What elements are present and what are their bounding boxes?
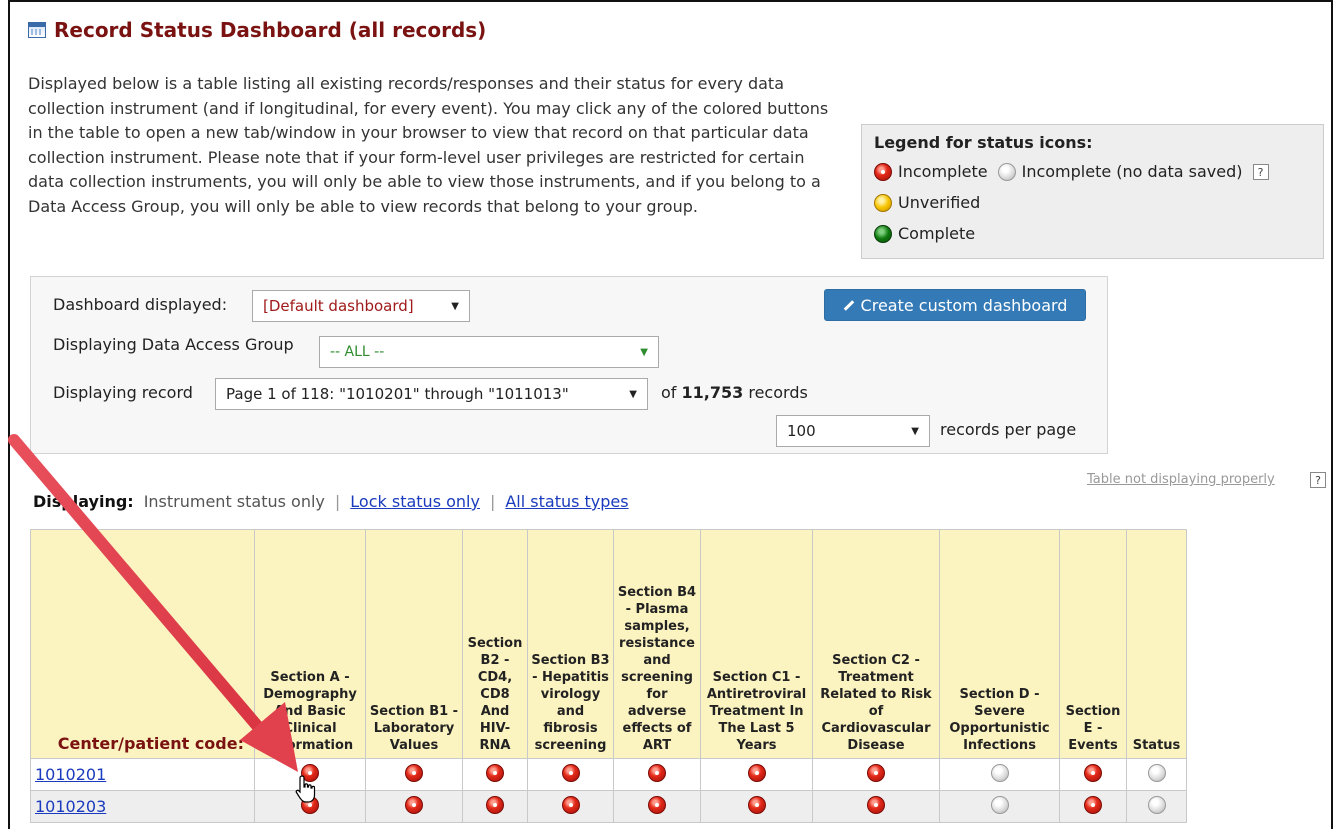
status-icon[interactable] [990, 795, 1009, 814]
status-icon[interactable] [405, 763, 423, 782]
record-link[interactable]: 1010201 [35, 765, 106, 784]
chevron-down-icon: ▼ [451, 300, 459, 312]
status-icon[interactable] [648, 763, 666, 782]
intro-text: Displayed below is a table listing all e… [28, 74, 829, 216]
create-custom-dashboard-label: Create custom dashboard [860, 295, 1068, 315]
page-title-text: Record Status Dashboard (all records) [54, 18, 487, 42]
status-icon[interactable] [405, 795, 423, 814]
column-header: Section C1 - Antiretroviral Treatment In… [700, 529, 813, 759]
status-icon[interactable] [867, 795, 885, 814]
chevron-down-icon: ▼ [911, 425, 919, 437]
record-label: Displaying record [53, 383, 193, 402]
records-per-page-label: records per page [940, 420, 1077, 439]
status-icon[interactable] [486, 795, 504, 814]
record-count-of: of [661, 383, 677, 402]
column-header: Status [1126, 529, 1187, 759]
column-header: Section E - Events [1059, 529, 1127, 759]
status-icon[interactable] [1084, 763, 1102, 782]
dashboard-controls-panel: Dashboard displayed: [Default dashboard]… [30, 276, 1108, 454]
record-id-cell: 1010201 [30, 758, 255, 791]
records-per-page-value: 100 [787, 422, 816, 440]
instrument-status-option: Instrument status only [143, 492, 325, 511]
create-custom-dashboard-button[interactable]: Create custom dashboard [824, 289, 1086, 321]
column-header: Section B3 - Hepatitis virology and fibr… [527, 529, 614, 759]
legend-title: Legend for status icons: [874, 133, 1093, 152]
dashboard-select-value: [Default dashboard] [263, 297, 414, 315]
dashboard-select[interactable]: [Default dashboard] ▼ [252, 290, 470, 322]
status-icon[interactable] [990, 763, 1009, 782]
record-page-select-value: Page 1 of 118: "1010201" through "101101… [226, 385, 569, 403]
record-count-value: 11,753 [681, 383, 744, 402]
legend-help-icon[interactable]: ? [1252, 163, 1269, 180]
status-icon[interactable] [1084, 795, 1102, 814]
unverified-status-icon [874, 193, 892, 212]
record-link[interactable]: 1010203 [35, 797, 106, 816]
no-data-status-icon [997, 162, 1016, 181]
record-id-cell: 1010203 [30, 790, 255, 823]
chevron-down-icon: ▼ [629, 388, 637, 400]
dag-select-value: -- ALL -- [330, 344, 385, 360]
record-page-select[interactable]: Page 1 of 118: "1010201" through "101101… [215, 378, 648, 410]
record-count-unit: records [748, 383, 808, 402]
status-icon[interactable] [1147, 763, 1166, 782]
record-count-text: of 11,753 records [661, 383, 808, 402]
column-header: Section A - Demography And Basic Clinica… [254, 529, 366, 759]
legend-incomplete-no-data: Incomplete (no data saved) [1021, 162, 1243, 181]
status-icon[interactable] [561, 763, 580, 782]
status-legend: Legend for status icons: Incomplete Inco… [861, 124, 1324, 259]
column-header: Section B1 - Laboratory Values [365, 529, 463, 759]
column-header: Section D - Severe Opportunistic Infecti… [939, 529, 1060, 759]
table-row: 1010203 [30, 790, 1187, 823]
chevron-down-icon: ▼ [640, 346, 648, 358]
calendar-icon [28, 22, 46, 38]
dashboard-label: Dashboard displayed: [53, 295, 228, 314]
status-icon[interactable] [747, 763, 766, 782]
status-icon[interactable] [561, 795, 580, 814]
dag-label: Displaying Data Access Group [53, 335, 294, 354]
incomplete-status-icon [874, 162, 892, 181]
column-header: Section C2 - Treatment Related to Risk o… [812, 529, 940, 759]
displaying-label: Displaying: [33, 492, 134, 511]
column-header: Section B2 - CD4, CD8 And HIV-RNA [462, 529, 528, 759]
records-per-page-select[interactable]: 100 ▼ [776, 415, 930, 447]
column-header: Section B4 - Plasma samples, resistance … [613, 529, 701, 759]
status-type-selector: Displaying: Instrument status only | Loc… [33, 492, 629, 511]
lock-status-link[interactable]: Lock status only [350, 492, 480, 511]
center-patient-code-header: Center/patient code: [30, 529, 255, 759]
legend-unverified: Unverified [898, 193, 981, 212]
page-title: Record Status Dashboard (all records) [28, 18, 486, 42]
status-icon[interactable] [1147, 795, 1166, 814]
status-icon[interactable] [867, 763, 885, 782]
legend-complete: Complete [898, 224, 976, 243]
legend-incomplete: Incomplete [898, 162, 988, 181]
status-icon[interactable] [648, 795, 666, 814]
all-status-types-link[interactable]: All status types [505, 492, 628, 511]
status-icon[interactable] [747, 795, 766, 814]
complete-status-icon [874, 224, 892, 243]
table-help-icon[interactable]: ? [1310, 472, 1326, 488]
dag-select[interactable]: -- ALL -- ▼ [319, 336, 659, 368]
record-status-table: Center/patient code: Section A - Demogra… [30, 529, 1187, 823]
status-icon[interactable] [486, 763, 504, 782]
table-not-displaying-link[interactable]: Table not displaying properly [1087, 472, 1275, 487]
pencil-icon [843, 299, 854, 311]
hand-cursor-icon [295, 775, 316, 803]
table-row: 1010201 [30, 758, 1187, 791]
